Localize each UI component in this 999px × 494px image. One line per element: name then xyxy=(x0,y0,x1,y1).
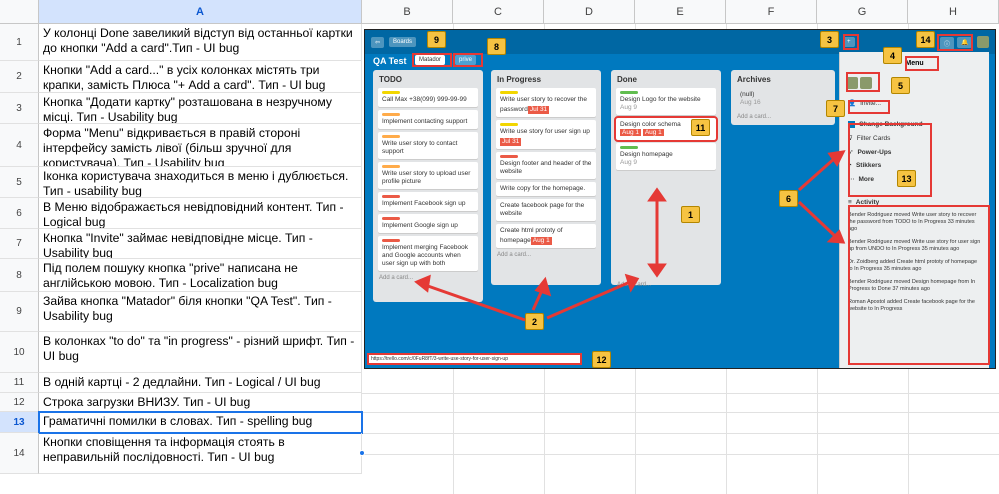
cell-a3[interactable]: Кнопка "Додати картку" розташована в нез… xyxy=(39,93,362,124)
fill-handle[interactable] xyxy=(359,450,365,456)
column-header-b[interactable]: B xyxy=(362,0,453,24)
cell-a11[interactable]: В одній картці - 2 дедлайни. Тип - Logic… xyxy=(39,373,362,393)
column-header-f[interactable]: F xyxy=(726,0,817,24)
row-header[interactable]: 12 xyxy=(0,393,39,412)
row-header[interactable]: 9 xyxy=(0,292,39,332)
row-header[interactable]: 6 xyxy=(0,198,39,229)
cell-a6[interactable]: В Меню відображається невідповідний конт… xyxy=(39,198,362,229)
grid-line xyxy=(362,454,999,455)
row-header[interactable]: 7 xyxy=(0,229,39,259)
row-header[interactable]: 10 xyxy=(0,332,39,373)
trello-screenshot: ⇦ Boards QA Test Matador prive TODO Call… xyxy=(364,29,996,369)
column-header-h[interactable]: H xyxy=(908,0,999,24)
column-header-c[interactable]: C xyxy=(453,0,544,24)
cell-a9[interactable]: Зайва кнопка "Matador" біля кнопки "QA T… xyxy=(39,292,362,332)
column-header-e[interactable]: E xyxy=(635,0,726,24)
row-header[interactable]: 14 xyxy=(0,433,39,474)
cell-a5[interactable]: Іконка користувача знаходиться в меню і … xyxy=(39,167,362,198)
row-header[interactable]: 8 xyxy=(0,259,39,292)
row-header[interactable]: 13 xyxy=(0,412,39,433)
cell-a14[interactable]: Кнопки сповіщення та інформація стоять в… xyxy=(39,433,362,474)
row-header[interactable]: 2 xyxy=(0,61,39,93)
column-header-g[interactable]: G xyxy=(817,0,908,24)
grid-line xyxy=(362,393,999,394)
cell-a2[interactable]: Кнопки "Add a card..." в усіх колонках м… xyxy=(39,61,362,93)
row-header[interactable]: 4 xyxy=(0,124,39,167)
row-header[interactable]: 5 xyxy=(0,167,39,198)
cell-a4[interactable]: Форма "Menu" відкривається в правій стор… xyxy=(39,124,362,167)
grid-line xyxy=(362,433,999,434)
cell-a12[interactable]: Строка загрузки ВНИЗУ. Тип - UI bug xyxy=(39,393,362,412)
row-header[interactable]: 11 xyxy=(0,373,39,393)
cell-a1[interactable]: У колонці Done завеликий відступ від ост… xyxy=(39,24,362,61)
cell-a13[interactable]: Граматичні помилки в словах. Тип - spell… xyxy=(38,411,363,434)
sheet-corner[interactable] xyxy=(0,0,39,24)
row-header[interactable]: 3 xyxy=(0,93,39,124)
grid-line xyxy=(362,412,999,413)
cell-a10[interactable]: В колонках "to do" та "in progress" - рі… xyxy=(39,332,362,373)
cell-a8[interactable]: Під полем пошуку кнопка "prive" написана… xyxy=(39,259,362,292)
annotation-arrows xyxy=(414,150,846,322)
cell-a7[interactable]: Кнопка "Invite" займає невідповідне місц… xyxy=(39,229,362,259)
column-header-d[interactable]: D xyxy=(544,0,635,24)
row-header[interactable]: 1 xyxy=(0,24,39,61)
column-header-a[interactable]: A xyxy=(39,0,362,24)
